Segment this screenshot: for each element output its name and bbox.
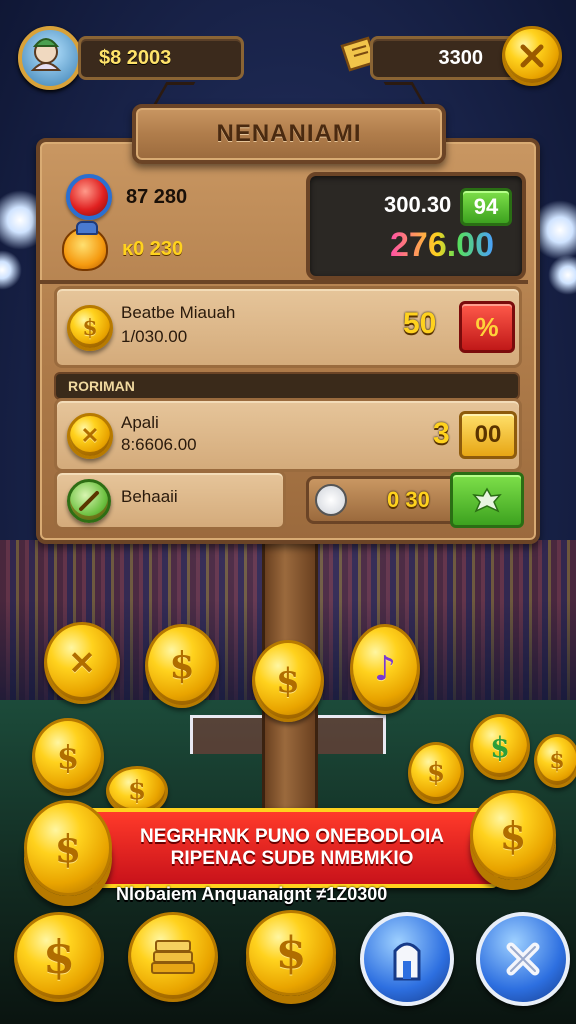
section-label: RORIMAN [68, 378, 135, 394]
info-button-icon[interactable] [360, 912, 454, 1006]
stadium-light-right-2 [548, 255, 576, 295]
coin-stack-icon[interactable]: $ [246, 910, 336, 996]
offer-2-amount: 3 [433, 417, 450, 450]
x-glyph-icon [506, 942, 540, 976]
floating-coin-5: $ [32, 718, 104, 796]
stats-display-panel: 300.30 94 276.00 [306, 172, 526, 280]
title-sign: NENANIAMI [132, 104, 446, 164]
display-badge-value: 94 [473, 194, 499, 219]
star-burst-icon [472, 487, 502, 513]
offer-2-button-label: 00 [474, 421, 502, 448]
floating-coin-3: $ [252, 640, 324, 722]
offer-3-action-button[interactable] [450, 472, 524, 528]
offer-3-counter: 0 30 [387, 487, 430, 512]
avatar-figure-icon [30, 38, 62, 71]
section-header: RORIMAN [54, 372, 520, 400]
orange-mascot-icon [62, 221, 108, 271]
currency-right-value: 3300 [438, 46, 484, 69]
alarm-clock-icon [315, 484, 347, 516]
offer-1-discount-button[interactable]: % [459, 301, 515, 353]
offer-3-title: Behaaii [121, 487, 178, 506]
offer-2-buy-button[interactable]: 00 [459, 411, 517, 459]
display-value: 300.30 [384, 192, 452, 217]
offer-1-button-label: % [475, 311, 499, 342]
currency-left-value: $8 2003 [99, 46, 172, 69]
banner-line-1: NEGRHRNK PUNO ONEBODLOIA [139, 826, 444, 847]
door-glyph-icon [393, 942, 421, 981]
currency-display-left: $8 2003 [78, 36, 244, 80]
red-gem-icon [66, 174, 112, 220]
banner-coin-stack-left: $ [24, 800, 112, 896]
offer-1-amount: 50 [403, 307, 437, 340]
offer-card-3[interactable]: Behaaii [54, 470, 286, 530]
stadium-light-left-2 [0, 250, 22, 290]
coin-button-icon[interactable]: $ [14, 912, 104, 1002]
sword-glyph-icon [79, 491, 99, 511]
sign-title: NENANIAMI [216, 120, 362, 147]
offer-1-subtitle: 1/030.00 [121, 327, 188, 346]
stat-row-1: 87 280 [66, 174, 296, 220]
promo-banner[interactable]: NEGRHRNK PUNO ONEBODLOIA RIPENAC SUDB NM… [86, 808, 498, 888]
cross-glyph-icon [520, 44, 544, 68]
offer-1-title: Beatbe Miauah [121, 303, 236, 322]
display-badge[interactable]: 94 [460, 188, 512, 226]
banner-coin-stack-right: $ [470, 790, 556, 880]
banner-line-2: RIPENAC SUDB NMBMKIO [170, 848, 414, 869]
stat-row-2-value: ĸ0 230 [122, 237, 184, 260]
floating-coin-8: $ [470, 714, 530, 780]
offer-2-title: Apali [121, 413, 159, 432]
close-button-icon[interactable] [476, 912, 570, 1006]
banner-caption: Nlobaiem Anquanaignt ≠1Z0300 [116, 884, 388, 904]
board-divider [40, 280, 528, 284]
offer-2-coin-icon: ✕ [67, 413, 113, 459]
offer-1-coin-icon: $ [67, 305, 113, 351]
stat-row-2: ĸ0 230 [62, 221, 292, 272]
gold-bars-icon[interactable] [128, 912, 218, 1002]
gold-bars-glyph-icon [151, 940, 195, 974]
offer-2-subtitle: 8:6606.00 [121, 435, 197, 454]
offer-card-1[interactable]: $ Beatbe Miauah 1/030.00 50 % [54, 286, 522, 368]
floating-coin-1: ✕ [44, 622, 120, 704]
mascot-hat-icon [76, 221, 98, 235]
floating-coin-4: ♪ [350, 624, 420, 714]
offer-card-2[interactable]: ✕ Apali 8:6606.00 3 00 [54, 398, 522, 472]
player-avatar-icon[interactable] [18, 26, 82, 90]
offer-3-badge-icon [67, 479, 111, 523]
stat-row-1-value: 87 280 [126, 185, 188, 208]
display-big-value: 276.00 [390, 226, 494, 264]
offer-3-counter-bar: 0 30 [306, 476, 460, 524]
floating-coin-2: $ [145, 624, 219, 708]
floating-coin-7: $ [408, 742, 464, 804]
gold-cross-button-icon[interactable] [502, 26, 562, 86]
floating-coin-9: $ [534, 734, 576, 788]
